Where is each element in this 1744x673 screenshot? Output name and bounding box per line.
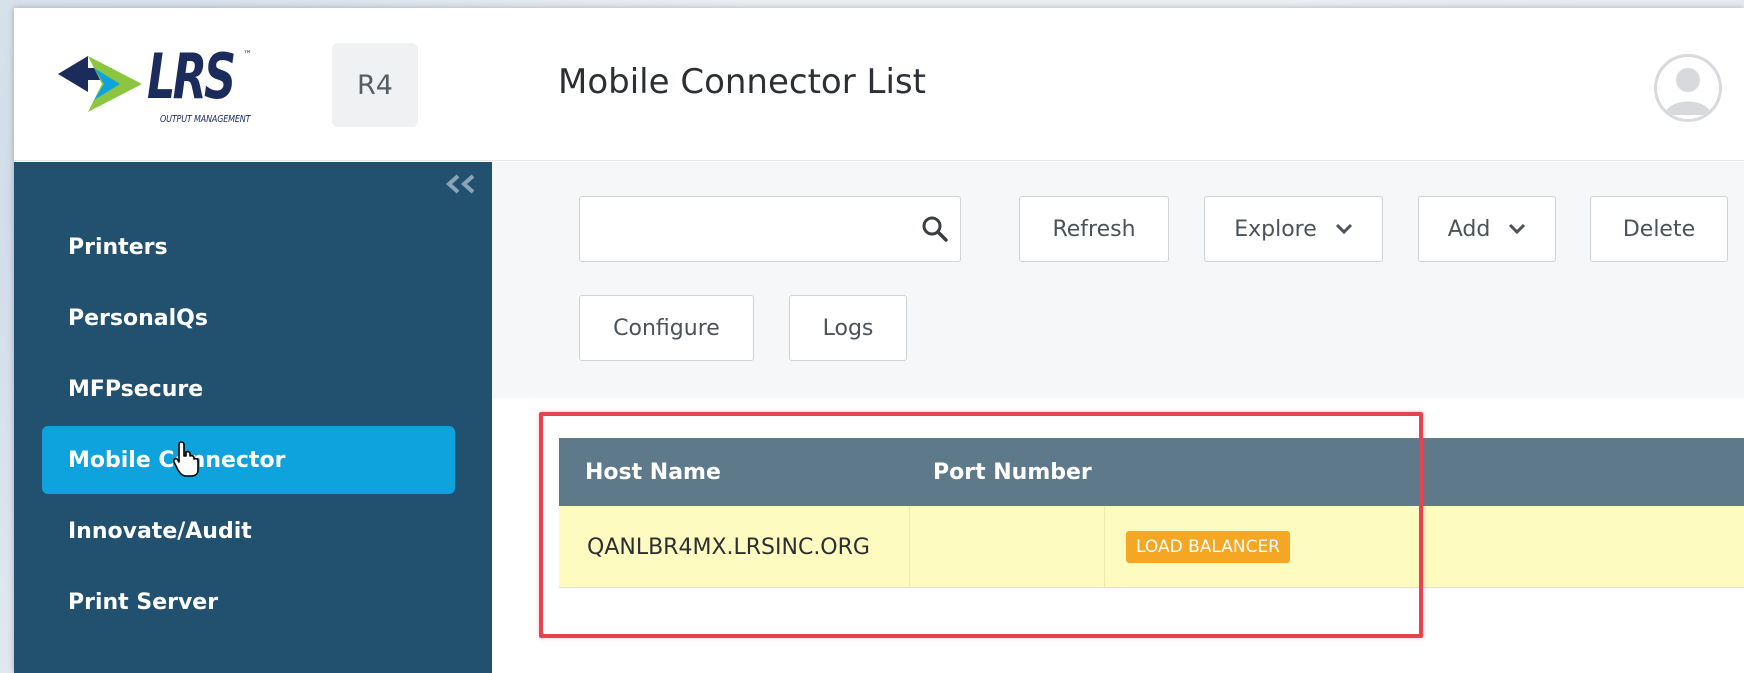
sidebar-item-innovate-audit[interactable]: Innovate/Audit: [42, 497, 455, 565]
column-header-port-number[interactable]: Port Number: [933, 438, 1092, 506]
configure-button[interactable]: Configure: [579, 295, 754, 361]
sidebar-item-label: MFPsecure: [68, 376, 204, 402]
column-divider: [1104, 506, 1105, 588]
search-icon[interactable]: [920, 214, 950, 244]
configure-button-label: Configure: [613, 315, 720, 341]
sidebar-item-label: Printers: [68, 234, 168, 260]
sidebar: Printers PersonalQs MFPsecure Mobile Con…: [14, 162, 492, 673]
refresh-button-label: Refresh: [1052, 216, 1136, 242]
cell-host-name: QANLBR4MX.LRSINC.ORG: [587, 534, 870, 560]
sidebar-item-mobile-connector[interactable]: Mobile Connector: [42, 426, 455, 494]
table-header: Host Name Port Number: [559, 438, 1744, 506]
version-badge[interactable]: R4: [332, 43, 418, 127]
logs-button-label: Logs: [822, 315, 874, 341]
app-header: LRS ™ OUTPUT MANAGEMENT R4 Mobile Connec…: [14, 8, 1744, 161]
lrs-logo[interactable]: LRS ™ OUTPUT MANAGEMENT: [50, 42, 270, 132]
connector-table: Host Name Port Number QANLBR4MX.LRSINC.O…: [559, 438, 1744, 590]
explore-button-label: Explore: [1234, 216, 1317, 242]
table-row[interactable]: QANLBR4MX.LRSINC.ORG LOAD BALANCER: [559, 506, 1744, 588]
logo-trademark: ™: [243, 50, 252, 60]
chevron-down-icon: [1335, 223, 1352, 235]
page-title: Mobile Connector List: [558, 62, 926, 102]
main-content: Refresh Explore Add Delete Configure Log…: [492, 162, 1744, 673]
sidebar-item-label: Print Server: [68, 589, 219, 615]
user-avatar-icon[interactable]: [1654, 54, 1722, 122]
search-field[interactable]: [590, 207, 910, 251]
hand-cursor-icon: [172, 440, 202, 482]
sidebar-item-print-server[interactable]: Print Server: [42, 568, 455, 636]
logo-text: LRS: [147, 40, 236, 113]
sidebar-item-personalqs[interactable]: PersonalQs: [42, 284, 455, 352]
add-button[interactable]: Add: [1418, 196, 1556, 262]
delete-button-label: Delete: [1622, 216, 1696, 242]
column-divider: [909, 506, 910, 588]
search-input[interactable]: [579, 196, 961, 262]
sidebar-item-printers[interactable]: Printers: [42, 213, 455, 281]
sidebar-item-label: PersonalQs: [68, 305, 208, 331]
delete-button[interactable]: Delete: [1590, 196, 1728, 262]
sidebar-item-label: Innovate/Audit: [68, 518, 252, 544]
logo-subtitle: OUTPUT MANAGEMENT: [160, 114, 251, 125]
cell-tag: LOAD BALANCER: [1126, 506, 1290, 588]
column-header-label: Port Number: [933, 459, 1092, 485]
collapse-sidebar-icon[interactable]: [444, 172, 478, 200]
lrs-logo-mark-icon: [58, 56, 142, 112]
sidebar-item-mfpsecure[interactable]: MFPsecure: [42, 355, 455, 423]
load-balancer-badge: LOAD BALANCER: [1126, 531, 1290, 563]
add-button-label: Add: [1447, 216, 1491, 242]
explore-button[interactable]: Explore: [1204, 196, 1383, 262]
chevron-down-icon: [1509, 223, 1526, 235]
column-header-label: Host Name: [585, 459, 721, 485]
logs-button[interactable]: Logs: [789, 295, 907, 361]
column-header-host-name[interactable]: Host Name: [585, 438, 721, 506]
refresh-button[interactable]: Refresh: [1019, 196, 1169, 262]
app-window: LRS ™ OUTPUT MANAGEMENT R4 Mobile Connec…: [14, 8, 1744, 673]
toolbar: Refresh Explore Add Delete Configure Log…: [492, 162, 1744, 398]
